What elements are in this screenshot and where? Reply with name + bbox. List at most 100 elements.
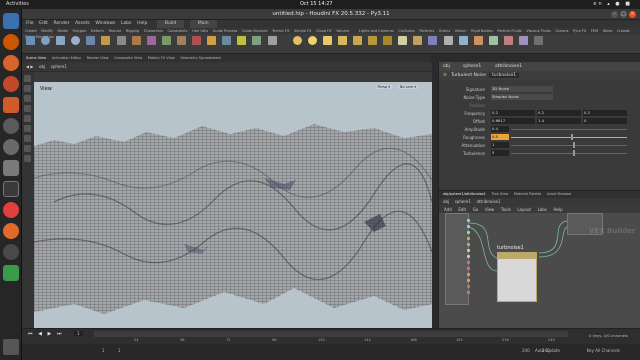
menu-help[interactable]: Help	[137, 20, 147, 28]
input-pin[interactable]	[467, 279, 470, 282]
l-system-tool-icon[interactable]	[237, 36, 247, 45]
path-node[interactable]: sphere1	[463, 64, 481, 69]
system-tray[interactable]: en ▴ ● ■	[593, 1, 632, 7]
network-menu-view[interactable]: View	[485, 206, 495, 213]
offset-x-field[interactable]: 0.6617	[491, 118, 535, 124]
geometry-input-node[interactable]	[445, 213, 469, 305]
offset-y-field[interactable]: 1.4	[537, 118, 581, 124]
area-light-tool-icon[interactable]	[337, 36, 347, 45]
shelf-tab[interactable]: Oceans	[555, 28, 568, 34]
offset-z-field[interactable]: 0	[583, 118, 627, 124]
portal-light-tool-icon[interactable]	[458, 36, 468, 45]
ambient-light-tool-icon[interactable]	[473, 36, 483, 45]
camera-tool-icon[interactable]	[292, 36, 302, 45]
input-pin[interactable]	[467, 243, 470, 246]
close-button[interactable]: ×	[629, 11, 636, 18]
range-start-field[interactable]: 1	[118, 348, 121, 353]
network-menu-layout[interactable]: Layout	[517, 206, 531, 213]
show-apps-icon[interactable]	[3, 339, 19, 355]
platonic-tool-icon[interactable]	[222, 36, 232, 45]
spot-light-tool-icon[interactable]	[322, 36, 332, 45]
shelf-tab[interactable]: Volume	[336, 28, 349, 34]
network-canvas[interactable]: turbnoise1 VEX Builder	[439, 213, 640, 329]
shelf-tab[interactable]: Rigging	[126, 28, 139, 34]
shelf-tab[interactable]: Polygon	[73, 28, 87, 34]
menu-render[interactable]: Render	[53, 20, 69, 28]
shelf-tab[interactable]: Lights and Cameras	[359, 28, 394, 34]
path-obj[interactable]: obj	[443, 64, 450, 69]
network-menu-tools[interactable]: Tools	[501, 206, 511, 213]
activities-button[interactable]: Activities	[6, 1, 29, 7]
distant-light-tool-icon[interactable]	[383, 36, 393, 45]
switcher-tool-icon[interactable]	[519, 36, 528, 45]
trash-icon[interactable]	[3, 265, 19, 281]
torus-tool-icon[interactable]	[71, 36, 81, 45]
path-node[interactable]: sphere1	[51, 62, 67, 71]
attenuation-slider-handle[interactable]	[573, 142, 575, 148]
path-node[interactable]: sphere1	[455, 198, 471, 206]
settings-icon[interactable]	[3, 118, 19, 134]
curve-tool-icon[interactable]	[146, 36, 156, 45]
shelf-tab[interactable]: Guide Process	[213, 28, 238, 34]
sphere-tool-icon[interactable]	[41, 36, 51, 45]
minimize-button[interactable]: –	[611, 11, 618, 18]
shelf-tab[interactable]: Cloud FX	[316, 28, 332, 34]
amplitude-slider[interactable]	[511, 129, 627, 130]
network-menu-help[interactable]: Help	[553, 206, 562, 213]
node-label[interactable]: turbnoise1	[497, 245, 524, 251]
scene-viewport[interactable]: View Persp ▾ No cam ▾	[34, 82, 432, 328]
houdini-launcher-icon[interactable]	[3, 97, 19, 113]
circle-tool-icon[interactable]	[131, 36, 141, 45]
font-tool-icon[interactable]	[207, 36, 217, 45]
environment-light-tool-icon[interactable]	[398, 36, 408, 45]
shelf-tab[interactable]: Wires	[603, 28, 613, 34]
input-pin[interactable]	[467, 255, 470, 258]
tab-material-palette[interactable]: Material Palette	[514, 191, 541, 198]
media-icon[interactable]	[3, 202, 19, 218]
file-tool-icon[interactable]	[267, 36, 277, 45]
path-obj[interactable]: obj	[443, 198, 449, 206]
network-menu-go[interactable]: Go	[473, 206, 479, 213]
back-arrow-icon[interactable]: ◀ ▶	[26, 62, 33, 71]
stereo-camera-tool-icon[interactable]	[488, 36, 498, 45]
sky-light-tool-icon[interactable]	[413, 36, 423, 45]
gear-icon[interactable]: ⚙	[443, 73, 447, 78]
timeline-bar[interactable]	[94, 331, 568, 337]
camera-menu[interactable]: Persp ▾	[375, 85, 392, 89]
point-light-tool-icon[interactable]	[307, 36, 317, 45]
frequency-z-field[interactable]: 0.2	[583, 110, 627, 116]
caustic-light-tool-icon[interactable]	[443, 36, 453, 45]
shelf-tab[interactable]: Vellum	[455, 28, 467, 34]
path-ops[interactable]: attribnoise1	[476, 198, 500, 206]
draw-curve-tool-icon[interactable]	[161, 36, 171, 45]
menu-file[interactable]: File	[26, 20, 34, 28]
shelf-tab[interactable]: Crowds	[617, 28, 630, 34]
shelf-tab[interactable]: Terrain FX	[272, 28, 289, 34]
tab-scene-view[interactable]: Scene View	[26, 54, 46, 62]
tab-composite-view[interactable]: Composite View	[114, 54, 142, 62]
input-pin[interactable]	[467, 291, 470, 294]
houdini-core-icon[interactable]	[3, 76, 19, 92]
tab-tree-view[interactable]: Tree View	[492, 191, 509, 198]
firefox-icon[interactable]	[3, 223, 19, 239]
noise-type-dropdown[interactable]: Simplex Noise	[491, 94, 553, 100]
start-frame-field[interactable]: 1	[102, 348, 105, 353]
view-tool-icon[interactable]	[24, 135, 31, 142]
input-pin[interactable]	[467, 261, 470, 264]
shelf-tab[interactable]: Pyro FX	[573, 28, 586, 34]
pose-tool-icon[interactable]	[24, 125, 31, 132]
turbulence-slider-handle[interactable]	[573, 150, 575, 156]
turbnoise-node[interactable]	[497, 252, 537, 302]
current-frame-field[interactable]: 1	[74, 331, 83, 336]
houdini-fx-icon[interactable]	[3, 55, 19, 71]
shelf-tab[interactable]: Particle Fluids	[497, 28, 521, 34]
browser-icon[interactable]	[3, 13, 19, 29]
houdini-icon[interactable]	[3, 34, 19, 50]
turbulence-field[interactable]: 5	[491, 150, 509, 156]
box-tool-icon[interactable]	[26, 36, 35, 45]
tab-render-view[interactable]: Render View	[87, 54, 109, 62]
input-pin[interactable]	[467, 285, 470, 288]
terminal-icon[interactable]	[3, 181, 19, 197]
shelf-tab[interactable]: Model	[57, 28, 68, 34]
shelf-tab[interactable]: Grains	[439, 28, 450, 34]
